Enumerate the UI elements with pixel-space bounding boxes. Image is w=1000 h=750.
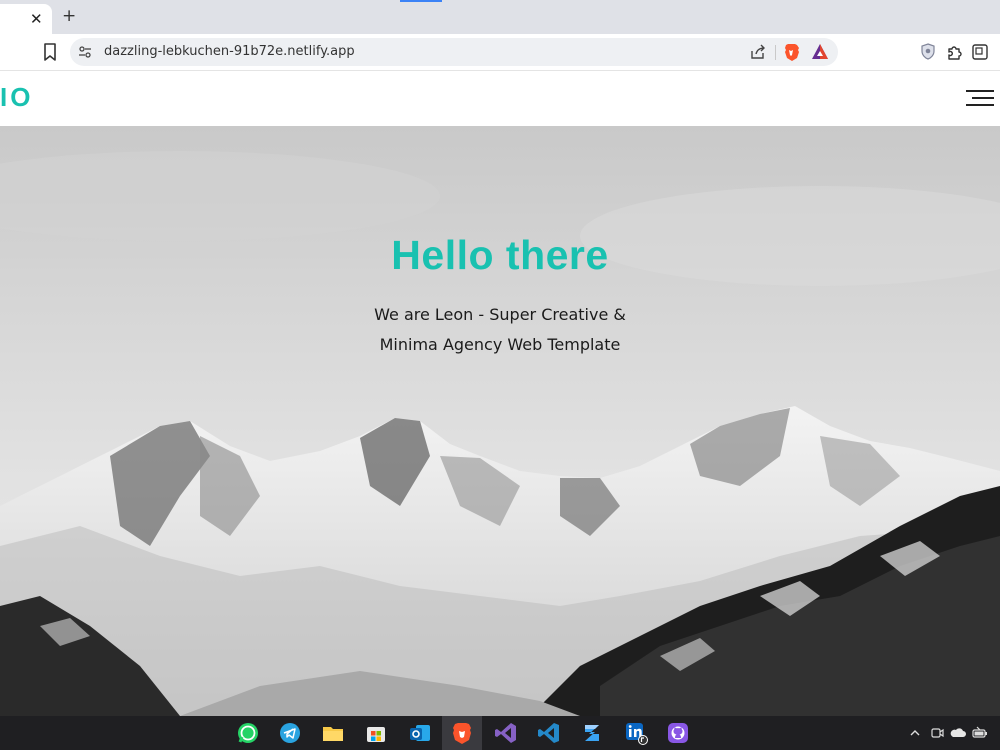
brave-icon[interactable] xyxy=(450,721,474,745)
zed-icon[interactable] xyxy=(580,721,604,745)
microsoft-store-icon[interactable] xyxy=(364,721,388,745)
sidebar-toggle-icon[interactable] xyxy=(972,44,988,60)
browser-tab-active[interactable]: ✕ xyxy=(0,4,52,34)
vpn-shield-icon[interactable] xyxy=(920,43,936,61)
hero-title: Hello there xyxy=(391,232,609,278)
whatsapp-icon[interactable] xyxy=(236,721,260,745)
site-logo[interactable]: IO xyxy=(0,82,33,113)
windows-taskbar xyxy=(0,716,1000,750)
browser-tab-strip: ✕ + xyxy=(0,0,1000,34)
tab-close-icon[interactable]: ✕ xyxy=(30,10,43,28)
outlook-icon[interactable] xyxy=(408,721,432,745)
chevron-up-icon[interactable] xyxy=(908,726,922,740)
hero-subtitle: We are Leon - Super Creative & Minima Ag… xyxy=(300,300,700,360)
browser-toolbar: dazzling-lebkuchen-91b72e.netlify.app xyxy=(0,34,1000,71)
extensions-icon[interactable] xyxy=(946,43,964,61)
url-text[interactable]: dazzling-lebkuchen-91b72e.netlify.app xyxy=(104,44,355,59)
hero-section: Hello there We are Leon - Super Creative… xyxy=(0,126,1000,716)
hero-subtitle-line-2: Minima Agency Web Template xyxy=(379,335,621,354)
address-bar[interactable]: dazzling-lebkuchen-91b72e.netlify.app xyxy=(70,38,838,66)
hamburger-menu-icon[interactable] xyxy=(966,88,994,108)
bookmark-icon[interactable] xyxy=(42,43,58,61)
share-icon[interactable] xyxy=(750,44,766,60)
vscode-icon[interactable] xyxy=(537,721,561,745)
telegram-icon[interactable] xyxy=(278,721,302,745)
brave-shields-icon[interactable] xyxy=(783,43,800,61)
onedrive-icon[interactable] xyxy=(950,726,966,740)
battery-icon[interactable] xyxy=(972,726,988,740)
github-icon[interactable] xyxy=(666,721,690,745)
site-header: IO xyxy=(0,71,1000,126)
brave-rewards-icon[interactable] xyxy=(811,43,829,61)
visual-studio-icon[interactable] xyxy=(494,721,518,745)
meet-icon[interactable] xyxy=(930,726,944,740)
mountain-background-image xyxy=(0,126,1000,716)
hero-subtitle-line-1: We are Leon - Super Creative & xyxy=(374,305,626,324)
page-load-indicator xyxy=(400,0,442,2)
new-tab-icon[interactable]: + xyxy=(62,7,76,25)
site-info-icon[interactable] xyxy=(78,45,92,59)
file-explorer-icon[interactable] xyxy=(321,721,345,745)
address-bar-divider xyxy=(775,45,776,60)
linkedin-icon[interactable] xyxy=(624,721,648,745)
